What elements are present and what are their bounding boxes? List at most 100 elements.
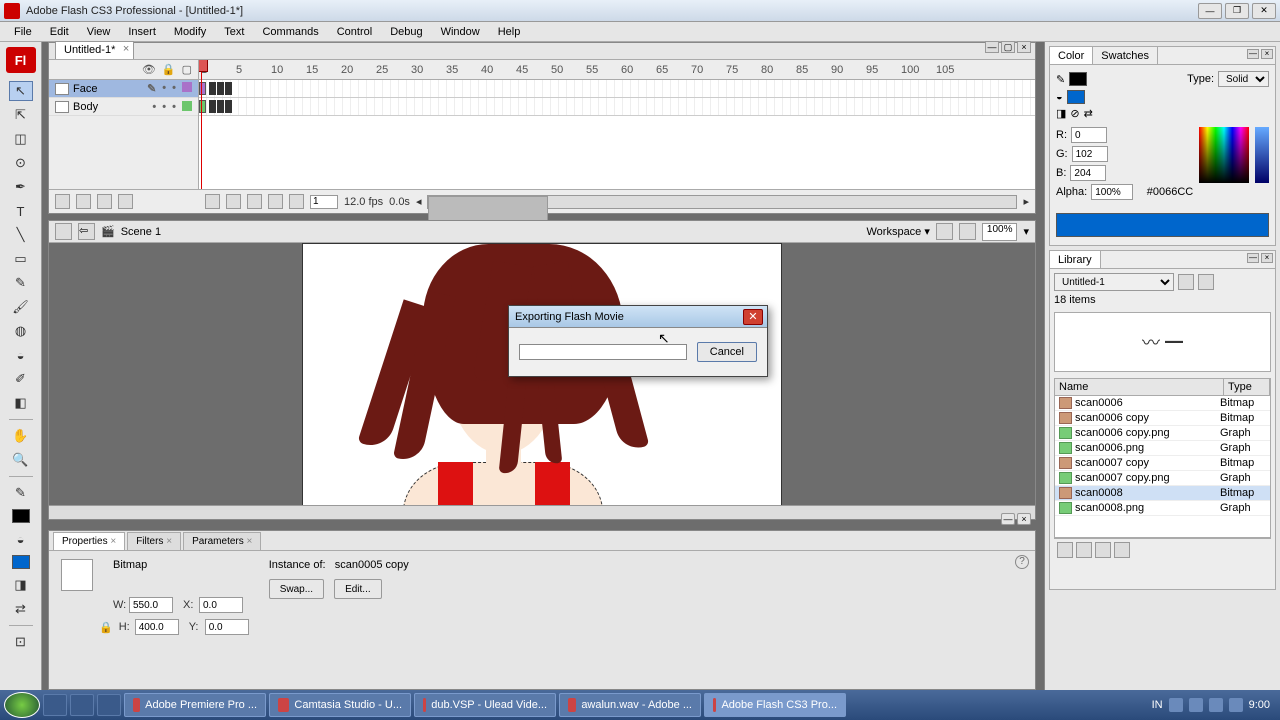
- col-name[interactable]: Name: [1055, 379, 1224, 395]
- delete-layer-icon[interactable]: [118, 194, 133, 209]
- rectangle-tool[interactable]: ▭: [9, 249, 33, 269]
- library-item[interactable]: scan0006 copyBitmap: [1055, 411, 1270, 426]
- tab-filters[interactable]: Filters: [127, 532, 181, 550]
- stage-scrollbar[interactable]: [49, 505, 1035, 519]
- taskbar-item[interactable]: Adobe Premiere Pro ...: [124, 693, 266, 717]
- center-frame-icon[interactable]: [205, 194, 220, 209]
- frame-area[interactable]: 1510152025303540455055606570758085909510…: [199, 60, 1035, 189]
- swap-colors-icon[interactable]: ⇄: [1084, 107, 1093, 120]
- panel-minimize-icon[interactable]: —: [1001, 513, 1015, 525]
- menu-text[interactable]: Text: [216, 24, 252, 40]
- panel-minimize-icon[interactable]: —: [1247, 49, 1259, 59]
- panel-maximize-icon[interactable]: ▢: [1001, 41, 1015, 53]
- stroke-color-icon[interactable]: ✎: [9, 483, 33, 503]
- cancel-button[interactable]: Cancel: [697, 342, 757, 362]
- selection-tool[interactable]: ↖: [9, 81, 33, 101]
- library-doc-select[interactable]: Untitled-1: [1054, 273, 1174, 291]
- timeline-scrollbar[interactable]: [427, 195, 1017, 209]
- frame-track-body[interactable]: [199, 98, 1035, 116]
- height-field[interactable]: [135, 619, 179, 635]
- panel-close-icon[interactable]: ×: [1261, 49, 1273, 59]
- tab-properties[interactable]: Properties: [53, 532, 125, 550]
- pin-library-icon[interactable]: [1178, 274, 1194, 290]
- tray-icon[interactable]: [1229, 698, 1243, 712]
- stroke-swatch[interactable]: [1069, 72, 1087, 86]
- swap-button[interactable]: Swap...: [269, 579, 324, 599]
- library-item[interactable]: scan0006 copy.pngGraph: [1055, 426, 1270, 441]
- library-item[interactable]: scan0006Bitmap: [1055, 396, 1270, 411]
- menu-commands[interactable]: Commands: [254, 24, 326, 40]
- edit-symbol-dropdown-icon[interactable]: [959, 223, 976, 240]
- zoom-dropdown-icon[interactable]: ▾: [1023, 225, 1029, 238]
- quicklaunch-firefox-icon[interactable]: [97, 694, 121, 716]
- lock-aspect-icon[interactable]: 🔒: [99, 621, 113, 634]
- dialog-close-button[interactable]: ✕: [743, 309, 763, 325]
- fill-color-icon[interactable]: ◒: [9, 529, 33, 549]
- quicklaunch-explorer-icon[interactable]: [43, 694, 67, 716]
- subselection-tool[interactable]: ⇱: [9, 105, 33, 125]
- col-type[interactable]: Type: [1224, 379, 1270, 395]
- maximize-button[interactable]: ❐: [1225, 3, 1249, 19]
- eraser-tool[interactable]: ◧: [9, 393, 33, 413]
- b-field[interactable]: [1070, 165, 1106, 181]
- edit-scene-dropdown-icon[interactable]: [936, 223, 953, 240]
- modify-onion-markers-icon[interactable]: [289, 194, 304, 209]
- panel-close-icon[interactable]: ×: [1017, 513, 1031, 525]
- fill-type-select[interactable]: Solid: [1218, 71, 1269, 87]
- panel-close-icon[interactable]: ×: [1017, 41, 1031, 53]
- frame-track-face[interactable]: [199, 80, 1035, 98]
- layer-face[interactable]: Face ✎••: [49, 80, 198, 98]
- panel-minimize-icon[interactable]: —: [985, 41, 999, 53]
- black-white-icon[interactable]: ◨: [9, 575, 33, 595]
- library-item[interactable]: scan0006.pngGraph: [1055, 441, 1270, 456]
- new-symbol-icon[interactable]: [1057, 542, 1073, 558]
- document-tab[interactable]: Untitled-1*: [55, 41, 134, 59]
- panel-close-icon[interactable]: ×: [1261, 253, 1273, 263]
- taskbar-item[interactable]: Adobe Flash CS3 Pro...: [704, 693, 846, 717]
- swap-colors-icon[interactable]: ⇄: [9, 599, 33, 619]
- clock[interactable]: 9:00: [1249, 699, 1270, 711]
- free-transform-tool[interactable]: ◫: [9, 129, 33, 149]
- library-item[interactable]: scan0008Bitmap: [1055, 486, 1270, 501]
- line-tool[interactable]: ╲: [9, 225, 33, 245]
- lasso-tool[interactable]: ⊙: [9, 153, 33, 173]
- pen-tool[interactable]: ✒: [9, 177, 33, 197]
- paint-bucket-tool[interactable]: ◒: [9, 345, 33, 365]
- tab-color[interactable]: Color: [1050, 47, 1093, 64]
- current-frame-field[interactable]: [310, 195, 338, 209]
- outline-column-icon[interactable]: ▢: [182, 63, 192, 76]
- tab-swatches[interactable]: Swatches: [1093, 47, 1158, 64]
- library-list[interactable]: Name Type scan0006Bitmapscan0006 copyBit…: [1054, 378, 1271, 538]
- brightness-slider[interactable]: [1255, 127, 1269, 183]
- panel-minimize-icon[interactable]: —: [1247, 253, 1259, 263]
- hex-value[interactable]: #0066CC: [1147, 186, 1193, 198]
- workspace-menu[interactable]: Workspace ▾: [866, 225, 929, 238]
- library-item[interactable]: scan0007 copyBitmap: [1055, 456, 1270, 471]
- x-field[interactable]: [199, 597, 243, 613]
- fill-picker-icon[interactable]: ◒: [1056, 91, 1063, 103]
- menu-help[interactable]: Help: [490, 24, 529, 40]
- edit-multiple-frames-icon[interactable]: [268, 194, 283, 209]
- menu-edit[interactable]: Edit: [42, 24, 77, 40]
- g-field[interactable]: [1072, 146, 1108, 162]
- menu-window[interactable]: Window: [433, 24, 488, 40]
- menu-file[interactable]: File: [6, 24, 40, 40]
- quicklaunch-media-icon[interactable]: [70, 694, 94, 716]
- language-indicator[interactable]: IN: [1152, 699, 1163, 711]
- width-field[interactable]: [129, 597, 173, 613]
- properties-icon[interactable]: [1095, 542, 1111, 558]
- stroke-color-swatch[interactable]: [12, 509, 30, 523]
- stroke-picker-icon[interactable]: ✎: [1056, 73, 1065, 86]
- ink-bottle-tool[interactable]: ◍: [9, 321, 33, 341]
- new-motion-guide-icon[interactable]: [76, 194, 91, 209]
- no-color-icon[interactable]: ⊘: [1070, 107, 1079, 120]
- menu-control[interactable]: Control: [329, 24, 380, 40]
- edit-button[interactable]: Edit...: [334, 579, 382, 599]
- tab-library[interactable]: Library: [1050, 251, 1101, 268]
- brush-tool[interactable]: 🖌: [9, 297, 33, 317]
- scene-name[interactable]: Scene 1: [121, 226, 161, 238]
- taskbar-item[interactable]: dub.VSP - Ulead Vide...: [414, 693, 556, 717]
- menu-debug[interactable]: Debug: [382, 24, 430, 40]
- fill-swatch[interactable]: [1067, 90, 1085, 104]
- edit-scene-icon[interactable]: [55, 223, 72, 240]
